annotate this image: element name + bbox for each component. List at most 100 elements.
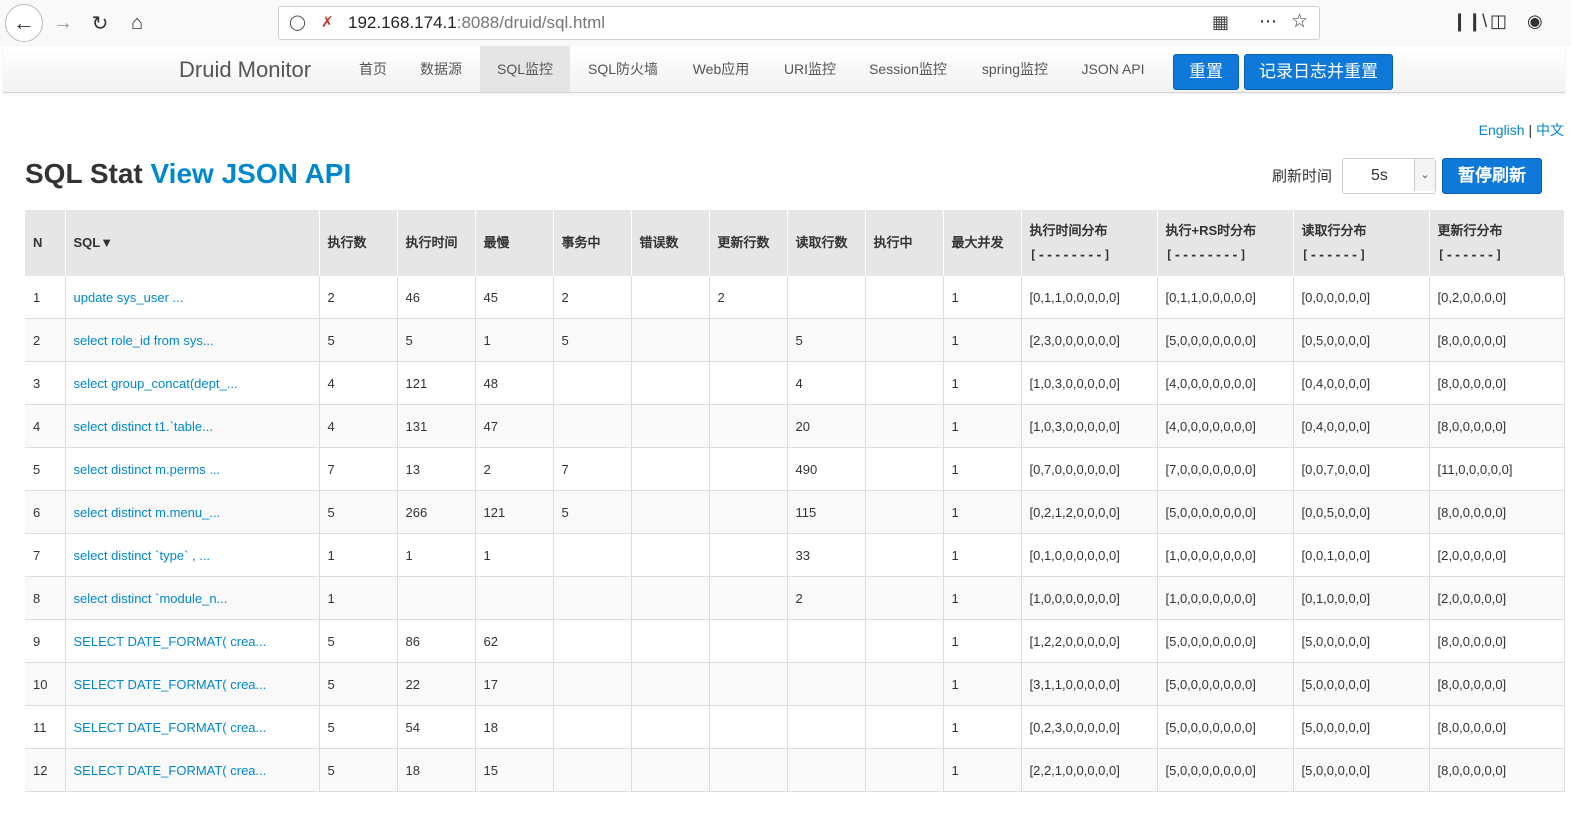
cell-read-rows: 5	[787, 318, 866, 362]
home-icon[interactable]: ⌂	[120, 6, 154, 40]
shield-icon[interactable]: ◯	[289, 13, 306, 31]
cell-sql[interactable]: SELECT DATE_FORMAT( crea...	[65, 662, 320, 706]
cell-max-concurrent: 1	[943, 490, 1022, 534]
cell-running	[865, 404, 944, 448]
log-and-reset-button[interactable]: 记录日志并重置	[1244, 54, 1393, 90]
cell-read-rows: 4	[787, 361, 866, 405]
cell-n: 3	[25, 361, 66, 405]
pause-refresh-button[interactable]: 暂停刷新	[1442, 158, 1542, 194]
cell-exec-count: 5	[319, 619, 398, 663]
cell-sql[interactable]: SELECT DATE_FORMAT( crea...	[65, 619, 320, 663]
col-header-slowest[interactable]: 最慢	[475, 210, 554, 276]
back-arrow-icon[interactable]: ←	[5, 4, 43, 42]
cell-exec-rs-histogram: [1,0,0,0,0,0,0,0]	[1157, 576, 1294, 620]
nav-spring-monitor[interactable]: spring监控	[969, 46, 1061, 92]
lang-chinese-link[interactable]: 中文	[1536, 122, 1564, 138]
cell-max-concurrent: 1	[943, 318, 1022, 362]
nav-home[interactable]: 首页	[345, 46, 401, 92]
url-bar[interactable]: ◯ ✗ 192.168.174.1:8088/druid/sql.html ▦ …	[278, 6, 1320, 40]
cell-exec-time: 22	[397, 662, 476, 706]
refresh-interval-select[interactable]: 5s ⌄	[1342, 158, 1436, 194]
cell-slowest: 2	[475, 447, 554, 491]
cell-exec-rs-histogram: [5,0,0,0,0,0,0,0]	[1157, 318, 1294, 362]
cell-exec-rs-histogram: [5,0,0,0,0,0,0,0]	[1157, 662, 1294, 706]
reload-icon[interactable]: ↻	[83, 6, 117, 40]
col-header-read-histogram[interactable]: 读取行分布 [------]	[1293, 210, 1430, 276]
library-icon[interactable]: ❙❙\	[1452, 11, 1487, 32]
col-header-max-concurrent[interactable]: 最大并发	[943, 210, 1022, 276]
cell-running	[865, 447, 944, 491]
col-header-exec-count[interactable]: 执行数	[319, 210, 398, 276]
cell-max-concurrent: 1	[943, 361, 1022, 405]
cell-exec-time: 86	[397, 619, 476, 663]
cell-in-transaction: 5	[553, 318, 632, 362]
cell-sql[interactable]: select distinct m.perms ...	[65, 447, 320, 491]
cell-running	[865, 361, 944, 405]
cell-in-transaction	[553, 404, 632, 448]
view-json-api-link[interactable]: View JSON API	[151, 158, 352, 189]
cell-exec-count: 1	[319, 533, 398, 577]
col-header-n[interactable]: N	[25, 210, 66, 276]
col-header-errors[interactable]: 错误数	[631, 210, 710, 276]
cell-in-transaction	[553, 748, 632, 792]
cell-sql[interactable]: update sys_user ...	[65, 276, 320, 319]
cell-exec-count: 5	[319, 705, 398, 749]
nav-json-api[interactable]: JSON API	[1069, 46, 1157, 92]
cell-sql[interactable]: SELECT DATE_FORMAT( crea...	[65, 705, 320, 749]
col-header-exec-time[interactable]: 执行时间	[397, 210, 476, 276]
cell-read-histogram: [5,0,0,0,0,0]	[1293, 619, 1430, 663]
cell-sql[interactable]: select role_id from sys...	[65, 318, 320, 362]
cell-sql[interactable]: select group_concat(dept_...	[65, 361, 320, 405]
cell-in-transaction: 2	[553, 276, 632, 319]
cell-exec-time: 13	[397, 447, 476, 491]
lang-english-link[interactable]: English	[1479, 122, 1525, 138]
more-options-icon[interactable]: ⋯	[1259, 11, 1277, 32]
nav-sql-monitor[interactable]: SQL监控	[480, 46, 570, 92]
cell-read-histogram: [0,0,1,0,0,0]	[1293, 533, 1430, 577]
cell-update-rows	[709, 619, 788, 663]
cell-max-concurrent: 1	[943, 404, 1022, 448]
reset-button[interactable]: 重置	[1173, 54, 1239, 90]
url-text[interactable]: 192.168.174.1:8088/druid/sql.html	[348, 13, 605, 33]
cell-max-concurrent: 1	[943, 619, 1022, 663]
cell-sql[interactable]: select distinct t1.`table...	[65, 404, 320, 448]
chevron-down-icon[interactable]: ⌄	[1414, 159, 1435, 191]
forward-arrow-icon[interactable]: →	[46, 6, 80, 40]
brand-title[interactable]: Druid Monitor	[179, 57, 311, 83]
col-header-in-transaction[interactable]: 事务中	[553, 210, 632, 276]
nav-web-app[interactable]: Web应用	[679, 46, 763, 92]
cell-exec-time: 266	[397, 490, 476, 534]
account-icon[interactable]: ◉	[1527, 11, 1543, 32]
cell-exec-histogram: [2,3,0,0,0,0,0,0]	[1021, 318, 1158, 362]
cell-sql[interactable]: select distinct `module_n...	[65, 576, 320, 620]
cell-read-histogram: [0,1,0,0,0,0]	[1293, 576, 1430, 620]
cell-update-rows	[709, 533, 788, 577]
cell-read-rows	[787, 276, 866, 319]
col-header-exec-rs-histogram[interactable]: 执行+RS时分布 [--------]	[1157, 210, 1294, 276]
nav-sql-firewall[interactable]: SQL防火墙	[577, 46, 669, 92]
bookmark-star-icon[interactable]: ☆	[1291, 10, 1308, 33]
browser-toolbar: ← → ↻ ⌂ ◯ ✗ 192.168.174.1:8088/druid/sql…	[0, 0, 1571, 46]
sidebar-icon[interactable]: ◫	[1490, 11, 1507, 32]
cell-sql[interactable]: select distinct m.menu_...	[65, 490, 320, 534]
cell-running	[865, 276, 944, 319]
nav-session-monitor[interactable]: Session监控	[856, 46, 960, 92]
cell-read-histogram: [0,5,0,0,0,0]	[1293, 318, 1430, 362]
col-header-sql[interactable]: SQL▼	[65, 210, 320, 276]
qr-code-icon[interactable]: ▦	[1212, 12, 1229, 33]
col-header-update-rows[interactable]: 更新行数	[709, 210, 788, 276]
col-header-running[interactable]: 执行中	[865, 210, 944, 276]
insecure-lock-icon[interactable]: ✗	[321, 13, 334, 31]
table-header-row: N SQL▼ 执行数 执行时间 最慢 事务中 错误数 更新行数 读取行数 执行中…	[25, 210, 1565, 276]
cell-sql[interactable]: select distinct `type` , ...	[65, 533, 320, 577]
col-header-exec-histogram[interactable]: 执行时间分布 [--------]	[1021, 210, 1158, 276]
nav-datasource[interactable]: 数据源	[407, 46, 475, 92]
cell-exec-histogram: [0,1,0,0,0,0,0,0]	[1021, 533, 1158, 577]
cell-slowest: 45	[475, 276, 554, 319]
col-header-update-histogram[interactable]: 更新行分布 [------]	[1429, 210, 1565, 276]
col-header-read-rows[interactable]: 读取行数	[787, 210, 866, 276]
cell-update-rows	[709, 404, 788, 448]
cell-exec-rs-histogram: [5,0,0,0,0,0,0,0]	[1157, 748, 1294, 792]
nav-uri-monitor[interactable]: URI监控	[771, 46, 849, 92]
cell-sql[interactable]: SELECT DATE_FORMAT( crea...	[65, 748, 320, 792]
